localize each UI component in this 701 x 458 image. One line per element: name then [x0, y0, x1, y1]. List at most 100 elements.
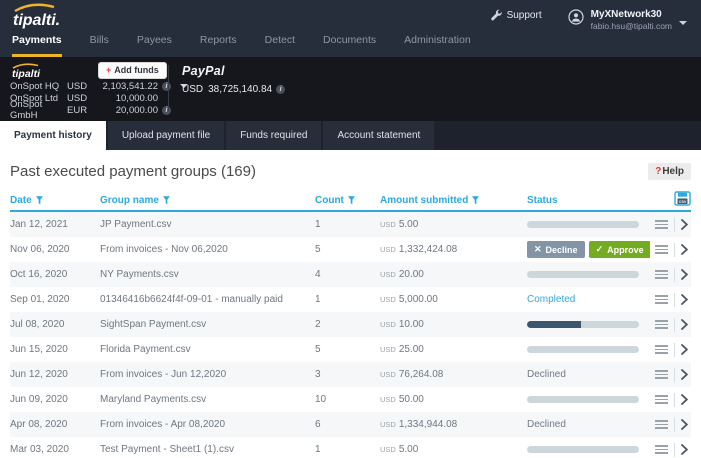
chevron-right-icon [681, 419, 688, 430]
menu-icon[interactable] [655, 295, 668, 304]
support-button[interactable]: Support [490, 9, 542, 21]
nav-item-payees[interactable]: Payees [137, 34, 172, 57]
tipalti-logo[interactable]: tipalti. [10, 3, 80, 34]
x-icon: ✕ [534, 244, 542, 255]
status-link[interactable]: Completed [527, 294, 575, 305]
cell-group-name: From invoices - Nov 06,2020 [100, 244, 315, 255]
approve-label: Approve [607, 245, 644, 255]
amount-value: 25.00 [399, 344, 424, 355]
page-title: Past executed payment groups (169) [10, 163, 256, 180]
chevron-right-icon[interactable] [681, 444, 688, 455]
chevron-right-icon[interactable] [681, 244, 688, 255]
chevron-right-icon[interactable] [681, 294, 688, 305]
export-icon[interactable]: CSV [674, 191, 691, 206]
menu-icon[interactable] [655, 270, 668, 279]
chevron-right-icon [681, 294, 688, 305]
column-header-amount-submitted[interactable]: Amount submitted [380, 195, 527, 206]
menu-icon[interactable] [655, 370, 668, 379]
currency-prefix: USD [380, 420, 396, 429]
approve-button[interactable]: ✓Approve [589, 241, 650, 258]
cell-date: Sep 01, 2020 [10, 294, 100, 305]
cell-count: 2 [315, 319, 380, 330]
menu-icon[interactable] [655, 245, 668, 254]
menu-icon[interactable] [655, 395, 668, 404]
tab-funds-required[interactable]: Funds required [226, 121, 321, 150]
account-amount: 20,000.00 [92, 105, 158, 116]
add-funds-button[interactable]: +Add funds [98, 62, 167, 79]
column-label: Status [527, 195, 558, 206]
tab-bar: Payment historyUpload payment fileFunds … [0, 121, 701, 150]
status-actions: ✕Decline✓Approve [527, 241, 650, 258]
help-button[interactable]: ?Help [648, 163, 691, 180]
controls-divider [674, 343, 675, 357]
cell-group-name: Maryland Payments.csv [100, 394, 315, 405]
column-header-count[interactable]: Count [315, 195, 380, 206]
menu-icon[interactable] [655, 320, 668, 329]
info-icon[interactable]: i [162, 82, 171, 91]
nav-item-detect[interactable]: Detect [265, 34, 295, 57]
progress-bar [527, 271, 639, 278]
filter-icon[interactable] [348, 196, 355, 205]
tab-payment-history[interactable]: Payment history [0, 121, 106, 150]
chevron-right-icon[interactable] [681, 369, 688, 380]
account-row-onspot-gmbh: OnSpot GmbHEUR20,000.00i [10, 104, 188, 116]
column-label: Date [10, 195, 32, 206]
cell-date: Oct 16, 2020 [10, 269, 100, 280]
info-icon[interactable]: i [162, 106, 171, 115]
menu-icon[interactable] [655, 420, 668, 429]
currency-prefix: USD [380, 245, 396, 254]
export-header-cell: CSV [650, 191, 691, 206]
nav-item-payments[interactable]: Payments [12, 34, 62, 57]
info-icon[interactable]: i [276, 85, 285, 94]
amount-value: 20.00 [399, 269, 424, 280]
cell-group-name: From invoices - Apr 08,2020 [100, 419, 315, 430]
column-label: Group name [100, 195, 159, 206]
cell-amount: USD50.00 [380, 394, 527, 405]
amount-value: 50.00 [399, 394, 424, 405]
menu-icon[interactable] [655, 220, 668, 229]
caret-down-icon [679, 21, 687, 25]
cell-group-name: SightSpan Payment.csv [100, 319, 315, 330]
menu-icon[interactable] [655, 445, 668, 454]
chevron-right-icon[interactable] [681, 419, 688, 430]
nav-item-reports[interactable]: Reports [200, 34, 237, 57]
cell-amount: USD20.00 [380, 269, 527, 280]
chevron-right-icon [681, 244, 688, 255]
filter-icon[interactable] [163, 196, 170, 205]
menu-icon[interactable] [655, 345, 668, 354]
amount-value: 5.00 [399, 219, 418, 230]
help-question-icon: ? [655, 166, 661, 177]
user-menu[interactable]: MyXNetwork30 fabio.hsu@tipalti.com [568, 9, 687, 31]
row-controls [650, 293, 691, 307]
account-currency: EUR [67, 105, 92, 116]
user-avatar-icon [568, 9, 584, 25]
tab-upload-payment-file[interactable]: Upload payment file [108, 121, 224, 150]
chevron-right-icon[interactable] [681, 219, 688, 230]
account-name: OnSpot GmbH [10, 99, 67, 121]
chevron-right-icon[interactable] [681, 394, 688, 405]
chevron-right-icon[interactable] [681, 319, 688, 330]
plus-icon: + [106, 65, 111, 75]
chevron-right-icon[interactable] [681, 269, 688, 280]
filter-icon[interactable] [36, 196, 43, 205]
column-header-group-name[interactable]: Group name [100, 195, 315, 206]
chevron-right-icon [681, 369, 688, 380]
table-row: Jun 09, 2020Maryland Payments.csv10USD50… [10, 387, 691, 412]
chevron-right-icon[interactable] [681, 344, 688, 355]
nav-item-bills[interactable]: Bills [90, 34, 109, 57]
table-row: Jan 12, 2021JP Payment.csv1USD5.00 [10, 212, 691, 237]
cell-count: 1 [315, 219, 380, 230]
column-header-date[interactable]: Date [10, 195, 100, 206]
tab-account-statement[interactable]: Account statement [323, 121, 434, 150]
decline-button[interactable]: ✕Decline [527, 241, 585, 258]
paypal-section: PayPal USD 38,725,140.84 i [182, 64, 285, 95]
table-row: Sep 01, 202001346416b6624f4f-09-01 - man… [10, 287, 691, 312]
filter-icon[interactable] [472, 196, 479, 205]
cell-group-name: 01346416b6624f4f-09-01 - manually paid [100, 294, 315, 305]
account-amount: 2,103,541.22 [92, 81, 158, 92]
cell-status [527, 346, 650, 353]
cell-date: Mar 03, 2020 [10, 444, 100, 455]
nav-item-documents[interactable]: Documents [323, 34, 376, 57]
nav-item-administration[interactable]: Administration [404, 34, 471, 57]
progress-bar [527, 396, 639, 403]
